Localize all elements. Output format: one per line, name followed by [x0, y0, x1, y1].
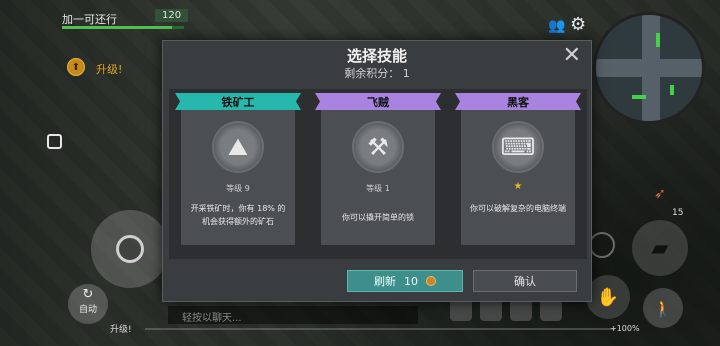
- skill-card-hacker[interactable]: 黑客 ⌨ ★ 你可以破解复杂的电脑终端: [455, 93, 581, 245]
- skill-level: 等级 1: [366, 184, 390, 193]
- ore-icon: ⛰: [212, 121, 264, 173]
- ammo-count: 15: [672, 208, 684, 218]
- levelup-label[interactable]: 升级!: [96, 61, 122, 77]
- xp-percent-label: +100%: [610, 324, 640, 333]
- refresh-cost: 10: [404, 274, 418, 288]
- skill-name: 飞贼: [315, 93, 441, 110]
- refresh-button[interactable]: 刷新 10: [347, 270, 463, 292]
- bottom-levelup-label: 升级!: [110, 325, 132, 335]
- auto-button[interactable]: ↻ 自动: [68, 284, 108, 324]
- star-icon: ★: [513, 181, 523, 192]
- refresh-label: 刷新: [374, 275, 396, 288]
- skill-card-thief[interactable]: 飞贼 ⚒ 等级 1 你可以撬开简单的锁: [315, 93, 441, 245]
- minimap-marker: [670, 85, 674, 95]
- hp-value: 120: [155, 9, 189, 22]
- pistol-icon[interactable]: ▰: [632, 220, 688, 276]
- hand-icon[interactable]: ✋: [586, 275, 630, 319]
- remaining-points: 剩余积分： 1: [344, 67, 410, 80]
- skill-card-miner[interactable]: 铁矿工 ⛰ 等级 9 开采铁矿时，你有 18% 的机会获得额外的矿石: [175, 93, 301, 245]
- skill-name: 铁矿工: [175, 93, 301, 110]
- quick-slot[interactable]: [450, 299, 472, 321]
- minimap-marker: [656, 33, 660, 47]
- skill-description: 开采铁矿时，你有 18% 的机会获得额外的矿石: [190, 204, 286, 226]
- levelup-arrow-icon[interactable]: ⬆: [67, 58, 85, 76]
- people-icon[interactable]: 👥: [548, 18, 565, 34]
- skill-description: 你可以破解复杂的电脑终端: [470, 204, 566, 213]
- joystick-knob[interactable]: [116, 235, 144, 263]
- minimap-marker: [632, 95, 646, 99]
- bullets-icon: ➶: [654, 186, 666, 202]
- minimap[interactable]: [593, 12, 705, 124]
- sneak-icon[interactable]: 🚶: [643, 288, 683, 328]
- skill-cards-container: 铁矿工 ⛰ 等级 9 开采铁矿时，你有 18% 的机会获得额外的矿石 飞贼 ⚒ …: [169, 89, 587, 259]
- player-name: 加一可还行: [62, 13, 117, 26]
- gear-icon[interactable]: ⚙: [570, 14, 586, 35]
- chat-input[interactable]: 轻按以聊天...: [168, 306, 418, 324]
- skill-select-dialog: 选择技能 剩余积分： 1 ✕ 铁矿工 ⛰ 等级 9 开采铁矿时，你有 18% 的…: [162, 40, 592, 302]
- inventory-toggle-button[interactable]: [47, 134, 62, 149]
- terminal-icon: ⌨: [492, 121, 544, 173]
- minimap-road: [642, 15, 660, 121]
- auto-refresh-icon: ↻: [82, 287, 94, 302]
- quick-slot[interactable]: [540, 299, 562, 321]
- auto-button-label: 自动: [78, 305, 97, 315]
- xp-bar: [145, 328, 615, 330]
- crosshair-icon[interactable]: [589, 232, 615, 258]
- skill-name: 黑客: [455, 93, 581, 110]
- lockpick-icon: ⚒: [352, 121, 404, 173]
- confirm-button[interactable]: 确认: [473, 270, 577, 292]
- hp-bar-fill: [62, 26, 172, 29]
- skill-description: 你可以撬开简单的锁: [342, 213, 414, 222]
- coin-icon: [426, 276, 436, 286]
- skill-level: 等级 9: [226, 184, 250, 193]
- quick-slots: [450, 299, 562, 321]
- dialog-title: 选择技能: [346, 47, 407, 65]
- hp-bar: [62, 26, 184, 29]
- quick-slot[interactable]: [480, 299, 502, 321]
- quick-slot[interactable]: [510, 299, 532, 321]
- movement-joystick[interactable]: [91, 210, 169, 288]
- close-icon[interactable]: ✕: [563, 43, 581, 68]
